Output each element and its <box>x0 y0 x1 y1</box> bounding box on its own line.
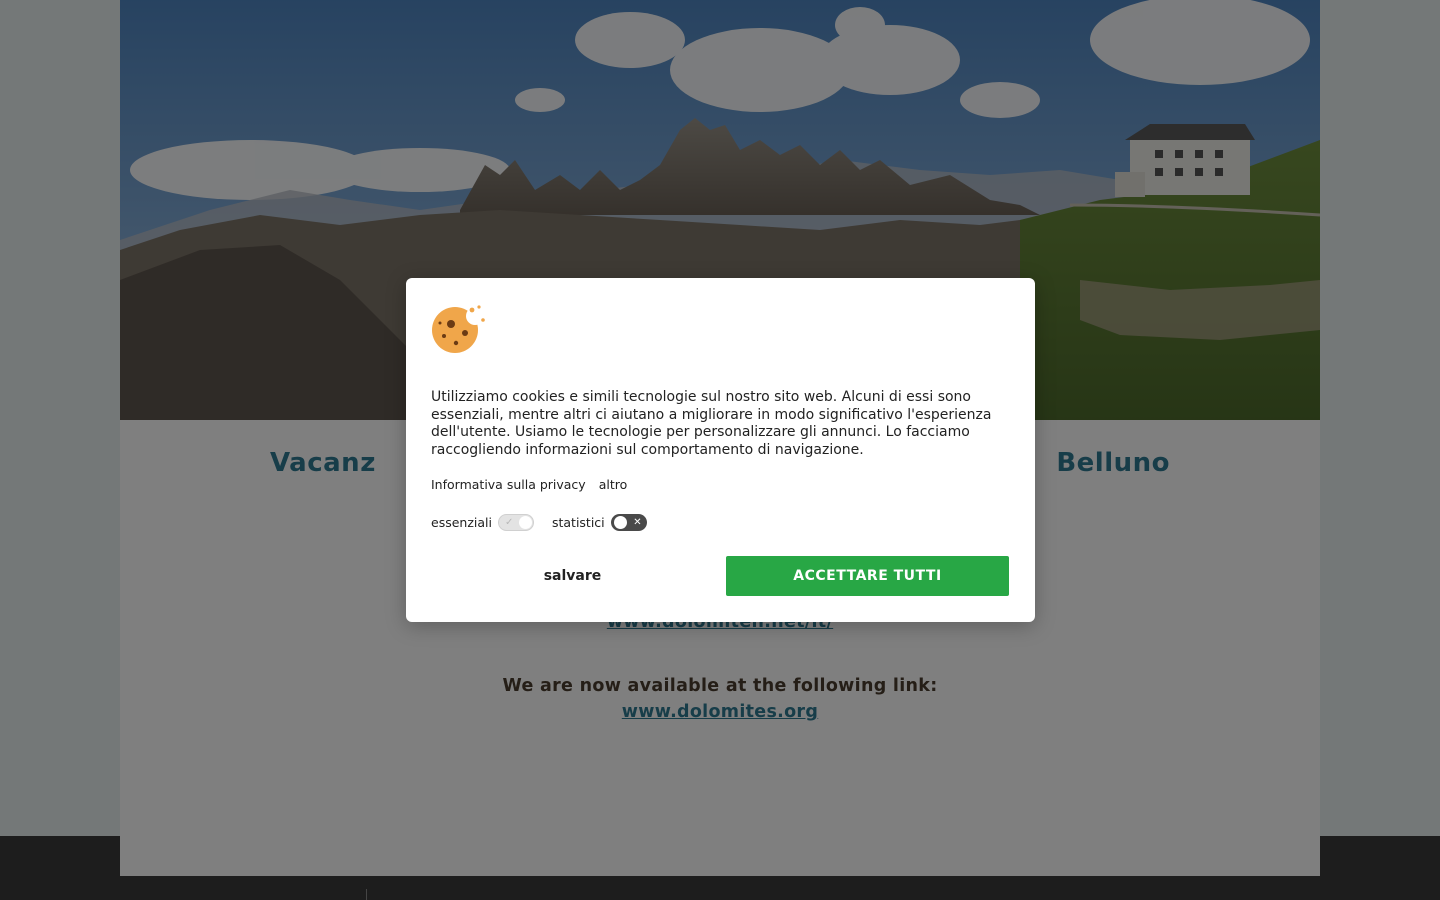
cookie-links: Informativa sulla privacy altro <box>431 477 636 492</box>
save-button[interactable]: salvare <box>431 556 714 596</box>
cookie-icon <box>432 305 485 353</box>
more-info-link[interactable]: altro <box>599 477 628 492</box>
privacy-policy-link[interactable]: Informativa sulla privacy <box>431 477 586 492</box>
statistics-toggle-label: statistici <box>551 515 605 530</box>
close-icon: ✕ <box>633 517 642 528</box>
toggle-knob <box>613 516 627 529</box>
essential-toggle-label: essenziali <box>431 515 492 530</box>
cookie-toggles: essenziali ✓ statistici ✕ <box>431 514 665 531</box>
statistics-toggle[interactable]: ✕ <box>610 514 647 531</box>
cookie-consent-text: Utilizziamo cookies e simili tecnologie … <box>431 389 992 458</box>
cookie-consent-dialog: Utilizziamo cookies e simili tecnologie … <box>406 278 1035 622</box>
toggle-knob <box>518 516 532 529</box>
essential-toggle: ✓ <box>497 514 534 531</box>
accept-all-button[interactable]: ACCETTARE TUTTI <box>726 556 1009 596</box>
check-icon: ✓ <box>504 517 514 528</box>
